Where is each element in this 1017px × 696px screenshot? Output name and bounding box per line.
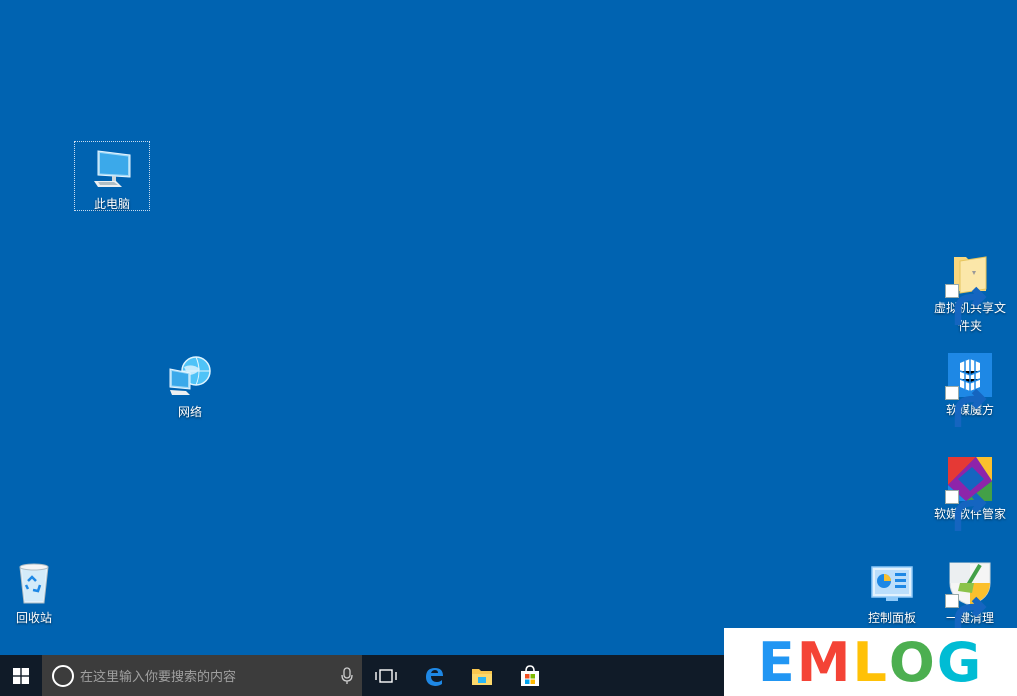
logo-letter-o: O bbox=[888, 630, 937, 694]
file-explorer-icon bbox=[472, 668, 492, 685]
desktop-icon-software-manager[interactable]: 软媒软件管家 bbox=[932, 452, 1008, 531]
desktop-icon-label: 回收站 bbox=[15, 611, 52, 625]
broom-shield-icon bbox=[945, 559, 994, 635]
recycle-bin-icon bbox=[10, 559, 58, 607]
windows-start-icon bbox=[13, 667, 29, 684]
folder-icon bbox=[945, 249, 994, 325]
desktop-icon-recycle-bin[interactable]: 回收站 bbox=[0, 556, 72, 627]
task-view-button[interactable] bbox=[362, 655, 410, 696]
shortcut-arrow-icon bbox=[945, 490, 987, 531]
file-explorer-button[interactable] bbox=[458, 655, 506, 696]
desktop-icon-control-panel[interactable]: 控制面板 bbox=[854, 556, 930, 627]
logo-letter-l: L bbox=[852, 630, 889, 694]
edge-icon bbox=[426, 667, 443, 686]
desktop-icon-this-pc[interactable]: 此电脑 bbox=[74, 141, 150, 211]
logo-letter-g: G bbox=[936, 630, 984, 694]
microphone-icon[interactable] bbox=[332, 666, 362, 685]
desktop-icon-one-click-clean[interactable]: 一键清理 bbox=[932, 556, 1008, 635]
control-panel-icon bbox=[868, 559, 916, 607]
desktop-icon-label: 此电脑 bbox=[93, 197, 130, 211]
computer-icon bbox=[88, 145, 136, 193]
taskbar-search-box[interactable]: 在这里输入你要搜索的内容 bbox=[42, 655, 362, 696]
logo-letter-m: M bbox=[796, 630, 853, 694]
start-button[interactable] bbox=[0, 655, 42, 696]
desktop-icon-shared-folder[interactable]: 虚拟机共享文件夹 bbox=[932, 246, 1008, 335]
desktop-icon-rubik[interactable]: 软媒魔方 bbox=[932, 348, 1008, 427]
store-icon bbox=[521, 664, 539, 686]
software-manager-icon bbox=[945, 455, 994, 531]
emlog-watermark-logo: E M L O G bbox=[724, 628, 1017, 696]
network-icon bbox=[166, 353, 214, 401]
desktop-icon-label: 网络 bbox=[177, 405, 202, 419]
logo-letter-e: E bbox=[757, 630, 797, 694]
shortcut-arrow-icon bbox=[945, 594, 987, 635]
search-placeholder: 在这里输入你要搜索的内容 bbox=[80, 670, 237, 685]
shortcut-arrow-icon bbox=[945, 386, 987, 427]
task-view-icon bbox=[375, 668, 397, 683]
desktop-icon-label: 控制面板 bbox=[867, 611, 916, 625]
rubik-cube-icon bbox=[945, 351, 994, 427]
cortana-icon bbox=[52, 664, 74, 687]
edge-button[interactable] bbox=[410, 655, 458, 696]
desktop: 此电脑 网络 回收站 虚拟机共享文件夹 软媒魔方 软媒软件管家 控制面板 一键清… bbox=[0, 0, 1017, 655]
shortcut-arrow-icon bbox=[945, 284, 987, 325]
store-button[interactable] bbox=[506, 655, 554, 696]
desktop-icon-network[interactable]: 网络 bbox=[152, 350, 228, 421]
